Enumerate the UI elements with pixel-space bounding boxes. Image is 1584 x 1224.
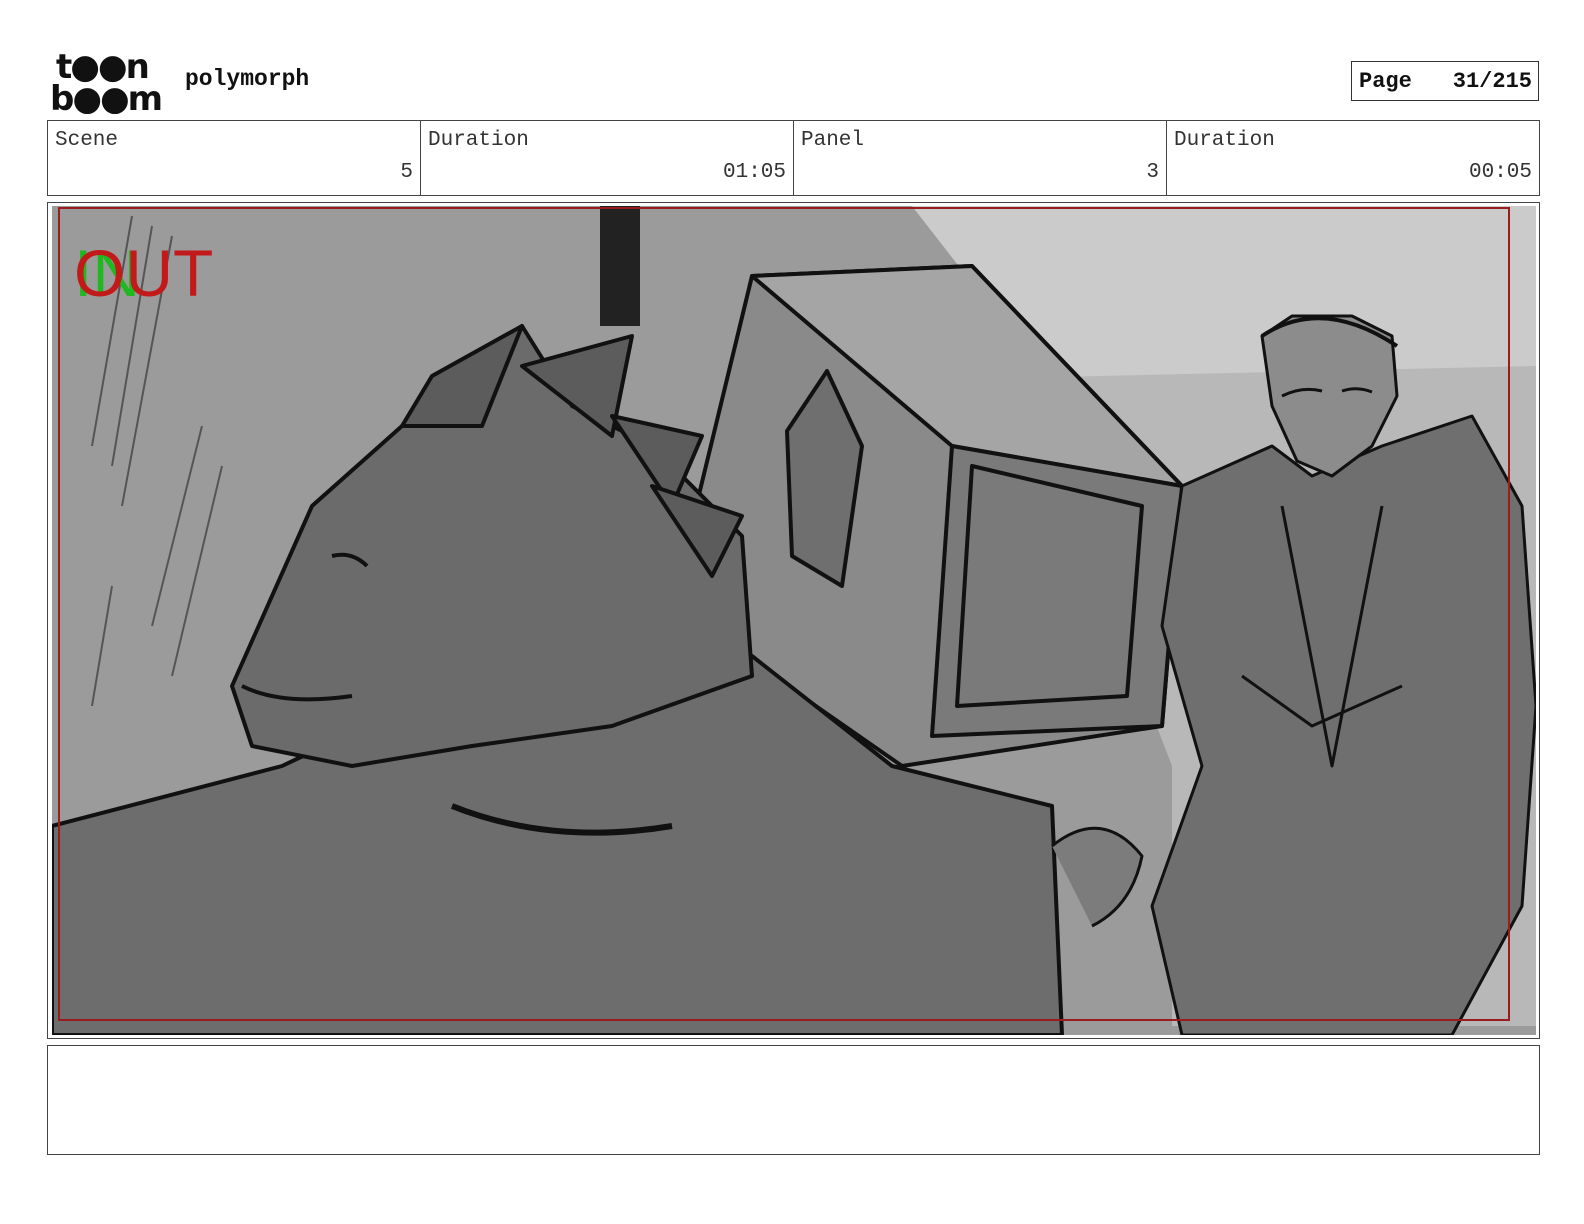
out-marker: OUT bbox=[74, 236, 213, 310]
panel-duration-value: 00:05 bbox=[1468, 161, 1532, 184]
project-title: polymorph bbox=[185, 66, 310, 92]
scene-duration-value: 01:05 bbox=[722, 161, 786, 184]
panel-notes bbox=[47, 1045, 1540, 1155]
storyboard-panel-image: IN OUT bbox=[52, 206, 1536, 1035]
scene-cell: Scene 5 bbox=[48, 121, 421, 195]
page-number: 31/215 bbox=[1452, 69, 1532, 94]
page-indicator: Page 31/215 bbox=[1351, 61, 1539, 101]
panel-duration-label: Duration bbox=[1174, 129, 1275, 152]
panel-cell: Panel 3 bbox=[794, 121, 1167, 195]
panel-label: Panel bbox=[801, 129, 865, 152]
logo-bottom-text: b●●m bbox=[50, 79, 161, 114]
scene-duration-label: Duration bbox=[428, 129, 529, 152]
pillar bbox=[600, 206, 640, 326]
page-label: Page bbox=[1359, 69, 1412, 94]
toonboom-logo: t●●n b●●m bbox=[50, 50, 163, 114]
panel-duration-cell: Duration 00:05 bbox=[1167, 121, 1539, 195]
panel-info-table: Scene 5 Duration 01:05 Panel 3 Duration … bbox=[47, 120, 1540, 196]
scene-value: 5 bbox=[400, 161, 413, 184]
scene-duration-cell: Duration 01:05 bbox=[421, 121, 794, 195]
panel-value: 3 bbox=[1146, 161, 1159, 184]
scene-label: Scene bbox=[55, 129, 119, 152]
